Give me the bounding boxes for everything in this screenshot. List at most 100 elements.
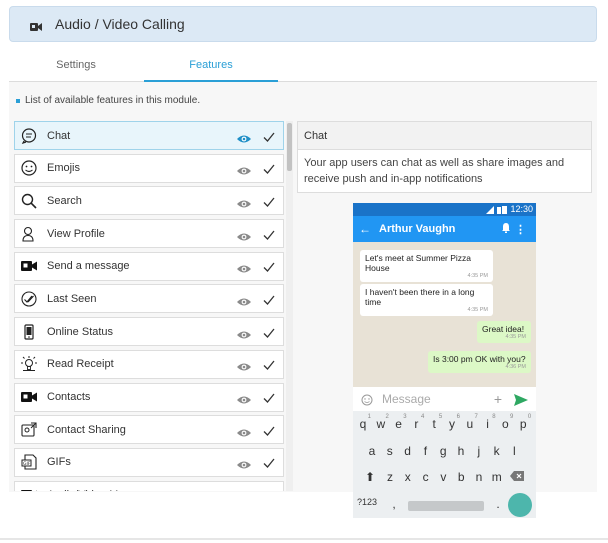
key-r[interactable]: r4 [408,414,424,431]
bottom-divider [0,538,608,540]
key-y[interactable]: y6 [444,414,460,431]
key-d[interactable]: d [400,444,416,458]
chat-messages: Let's meet at Summer Pizza House 4:35 PM… [353,242,536,387]
key-b[interactable]: b [453,470,469,484]
video-camera-icon [20,388,38,406]
feature-item[interactable]: View Profile [14,219,284,249]
eye-icon[interactable] [237,131,251,142]
feature-item[interactable]: Contacts [14,382,284,412]
key-a[interactable]: a [364,444,380,458]
feature-item[interactable]: Contact Sharing [14,415,284,445]
backspace-key-icon[interactable] [509,470,525,484]
video-camera-icon [20,257,38,275]
eye-icon[interactable] [237,359,251,371]
checkmark-icon[interactable] [263,424,275,436]
key-l[interactable]: l [506,444,522,458]
key-s[interactable]: s [382,444,398,458]
key-f[interactable]: f [417,444,433,458]
eye-icon[interactable] [237,457,251,469]
keyboard-action-button[interactable] [508,493,532,517]
key-q[interactable]: q1 [355,414,371,431]
feature-item[interactable]: Emojis [14,153,284,183]
key-t[interactable]: t5 [426,414,443,431]
plus-icon[interactable]: + [494,391,502,407]
smiley-icon[interactable] [361,393,373,406]
checkmark-icon[interactable] [263,130,275,142]
send-icon[interactable] [514,393,528,406]
eye-icon[interactable] [237,327,251,339]
feature-item[interactable]: Last Seen [14,284,284,314]
bell-icon[interactable] [502,223,510,233]
keyboard-row-1: q1w2e3r4t5y6u7i8o9p0 [353,414,536,439]
user-profile-icon [20,225,38,243]
key-z[interactable]: z [382,470,398,484]
key-k[interactable]: k [489,444,505,458]
feature-item[interactable]: Read Receipt [14,349,284,379]
message-bubble: Let's meet at Summer Pizza House 4:35 PM [360,250,493,282]
key-g[interactable]: g [435,444,451,458]
feature-item[interactable]: GIF GIFs [14,447,284,477]
eye-icon[interactable] [237,196,251,208]
key-c[interactable]: c [418,470,434,484]
checkmark-icon[interactable] [263,293,275,305]
checkmark-icon[interactable] [263,456,275,469]
back-arrow-icon[interactable]: ← [359,222,371,236]
checkmark-icon[interactable] [263,358,275,371]
message-input[interactable]: Message [382,392,494,406]
feature-detail: Chat Your app users can chat as well as … [297,121,592,193]
key-m[interactable]: m [489,470,505,484]
tab-settings[interactable]: Settings [9,52,143,82]
shift-key-icon[interactable]: ⬆ [362,470,378,484]
eye-icon[interactable] [237,490,251,491]
period-key[interactable]: . [490,497,506,511]
key-h[interactable]: h [453,444,469,458]
module-title: Audio / Video Calling [55,16,185,32]
eye-icon[interactable] [237,261,251,273]
eye-icon[interactable] [237,229,251,241]
checkmark-icon[interactable] [263,326,275,338]
feature-item[interactable]: Online Status [14,317,284,347]
checkmark-icon[interactable] [263,228,275,240]
list-scrollbar[interactable] [286,121,293,491]
message-bubble: I haven't been there in a long time 4:35… [360,284,493,316]
key-o[interactable]: o9 [497,414,513,431]
checkmark-icon[interactable] [263,260,275,273]
signal-icon [486,205,508,214]
checkmark-icon[interactable] [263,162,275,175]
comma-key[interactable]: , [386,497,402,511]
keyboard-row-3: ⬆ zxcvbnm [353,470,536,492]
eye-icon[interactable] [237,163,251,175]
module-header: Audio / Video Calling [9,6,597,42]
checkmark-icon[interactable] [263,391,275,403]
eye-icon[interactable] [237,425,251,437]
key-j[interactable]: j [471,444,487,458]
feature-item[interactable]: Send a message [14,251,284,281]
key-x[interactable]: x [400,470,416,484]
spacebar-key[interactable] [408,501,484,511]
message-bubble: Great idea! 4:35 PM [477,321,531,343]
feature-list: Chat Emojis Search View Profile Send a messa… [14,121,284,491]
more-vert-icon[interactable]: ⋮ [515,223,526,236]
key-v[interactable]: v [435,470,451,484]
checkmark-icon[interactable] [263,489,275,491]
eye-icon[interactable] [237,294,251,306]
checkmark-icon[interactable] [263,195,275,207]
key-n[interactable]: n [471,470,487,484]
feature-item[interactable]: Audio/Video M... [14,480,284,491]
feature-detail-title: Chat [298,122,591,150]
symbols-key[interactable]: ?123 [356,497,378,507]
key-p[interactable]: p0 [515,414,531,431]
key-e[interactable]: e3 [391,414,406,431]
eye-icon[interactable] [237,392,251,404]
feature-item[interactable]: Search [14,186,284,216]
key-u[interactable]: u7 [462,414,477,431]
smiley-icon [20,159,38,177]
list-scrollbar-thumb[interactable] [287,123,292,171]
on-screen-keyboard: q1w2e3r4t5y6u7i8o9p0 asdfghjkl ⬆ zxcvbnm… [353,411,536,518]
share-contact-icon [20,421,38,439]
key-i[interactable]: i8 [480,414,495,431]
tab-features[interactable]: Features [144,52,278,82]
key-w[interactable]: w2 [373,414,388,431]
info-text: List of available features in this modul… [16,95,200,106]
feature-item[interactable]: Chat [14,121,284,150]
